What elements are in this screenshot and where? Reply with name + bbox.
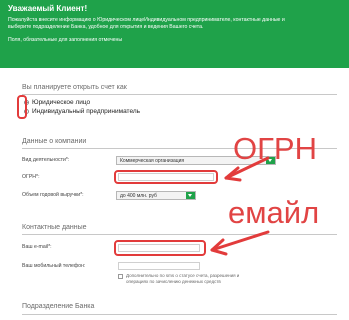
annotation-arrows bbox=[210, 156, 270, 256]
ogrn-arrow-icon bbox=[224, 156, 270, 180]
ogrn-arrowhead-icon bbox=[224, 166, 242, 182]
